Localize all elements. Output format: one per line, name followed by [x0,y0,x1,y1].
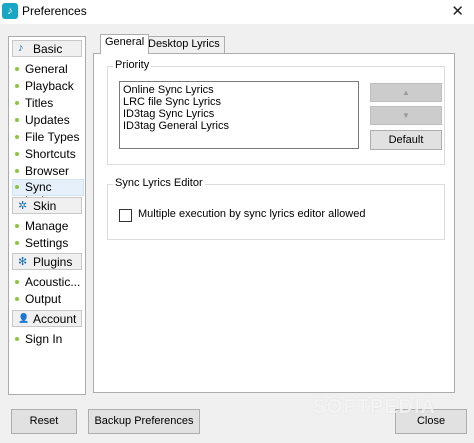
list-item[interactable]: Online Sync Lyrics [123,84,214,96]
sidebar: ♪ Basic General Playback Titles Updates … [8,36,86,395]
checkbox-label: Multiple execution by sync lyrics editor… [138,208,366,220]
bullet-icon [15,118,19,122]
category-skin[interactable]: ✲ Skin [12,197,82,214]
list-item[interactable]: ID3tag General Lyrics [123,120,229,132]
sidebar-item-manage[interactable]: Manage [12,218,84,235]
priority-group: Priority Online Sync Lyrics LRC file Syn… [107,59,445,165]
sidebar-item-label: Playback [25,79,74,93]
bullet-icon [15,185,19,189]
window-close-button[interactable]: ✕ [451,2,464,20]
default-button[interactable]: Default [370,130,442,150]
list-item[interactable]: LRC file Sync Lyrics [123,96,221,108]
sidebar-item-general[interactable]: General [12,61,84,78]
bullet-icon [15,84,19,88]
category-label: Account [33,312,77,326]
sidebar-item-updates[interactable]: Updates [12,112,84,129]
sync-lyrics-editor-group: Sync Lyrics Editor Multiple execution by… [107,177,445,240]
sidebar-item-label: Titles [25,96,54,110]
category-basic[interactable]: ♪ Basic [12,40,82,57]
tab-general[interactable]: General [100,34,150,54]
title-bar: ♪ Preferences ✕ [0,0,474,24]
arrow-up-icon: ▲ [402,88,410,97]
sidebar-item-sign-in[interactable]: Sign In [12,331,84,348]
bullet-icon [15,169,19,173]
tab-area: General Desktop Lyrics Priority Online S… [93,34,455,393]
sidebar-item-playback[interactable]: Playback [12,78,84,95]
category-plugins[interactable]: ✻ Plugins [12,253,82,270]
tab-panel-general: Priority Online Sync Lyrics LRC file Syn… [93,53,455,393]
sidebar-item-shortcuts[interactable]: Shortcuts [12,146,84,163]
group-title: Priority [113,59,152,71]
sidebar-item-titles[interactable]: Titles [12,95,84,112]
multiple-execution-checkbox[interactable] [119,209,132,222]
group-title: Sync Lyrics Editor [113,177,205,189]
sidebar-item-file-types[interactable]: File Types [12,129,84,146]
sidebar-item-label: Acoustic... [25,275,81,289]
window-title: Preferences [22,4,87,18]
category-label: Basic [33,42,63,56]
sidebar-item-label: Updates [25,113,70,127]
bullet-icon [15,337,19,341]
move-up-button[interactable]: ▲ [370,83,442,102]
sidebar-item-label: Settings [25,236,69,250]
bullet-icon [15,67,19,71]
sidebar-item-sync-lyrics[interactable]: Sync Lyrics [12,179,84,208]
category-account[interactable]: 👤 Account [12,310,82,327]
sidebar-item-settings[interactable]: Settings [12,235,84,252]
sidebar-item-label: Browser [25,164,70,178]
music-note-icon: ♪ [18,42,24,54]
category-label: Skin [33,199,57,213]
sidebar-item-label: Sign In [25,332,63,346]
reset-button[interactable]: Reset [11,409,77,434]
music-note-icon: ♪ [2,3,18,19]
bullet-icon [15,152,19,156]
bullet-icon [15,224,19,228]
bullet-icon [15,241,19,245]
sidebar-item-label: File Types [25,130,80,144]
sparkle-icon: ✲ [18,200,28,212]
bullet-icon [15,101,19,105]
sidebar-item-acoustic[interactable]: Acoustic... [12,274,84,291]
priority-list[interactable]: Online Sync Lyrics LRC file Sync Lyrics … [119,81,359,149]
category-label: Plugins [33,255,73,269]
tab-desktop-lyrics[interactable]: Desktop Lyrics [143,36,225,53]
person-icon: 👤 [18,313,30,323]
sidebar-item-browser[interactable]: Browser [12,163,84,180]
bullet-icon [15,280,19,284]
gear-icon: ✻ [18,256,28,268]
move-down-button[interactable]: ▼ [370,106,442,125]
arrow-down-icon: ▼ [402,111,410,120]
bullet-icon [15,297,19,301]
sidebar-item-label: Shortcuts [25,147,76,161]
sidebar-item-output[interactable]: Output [12,291,84,308]
backup-preferences-button[interactable]: Backup Preferences [88,409,200,434]
list-item[interactable]: ID3tag Sync Lyrics [123,108,214,120]
softpedia-watermark: SOFTPEDIA [312,396,436,418]
sidebar-item-label: General [25,62,68,76]
bullet-icon [15,135,19,139]
sidebar-item-label: Manage [25,219,69,233]
sidebar-item-label: Output [25,292,62,306]
